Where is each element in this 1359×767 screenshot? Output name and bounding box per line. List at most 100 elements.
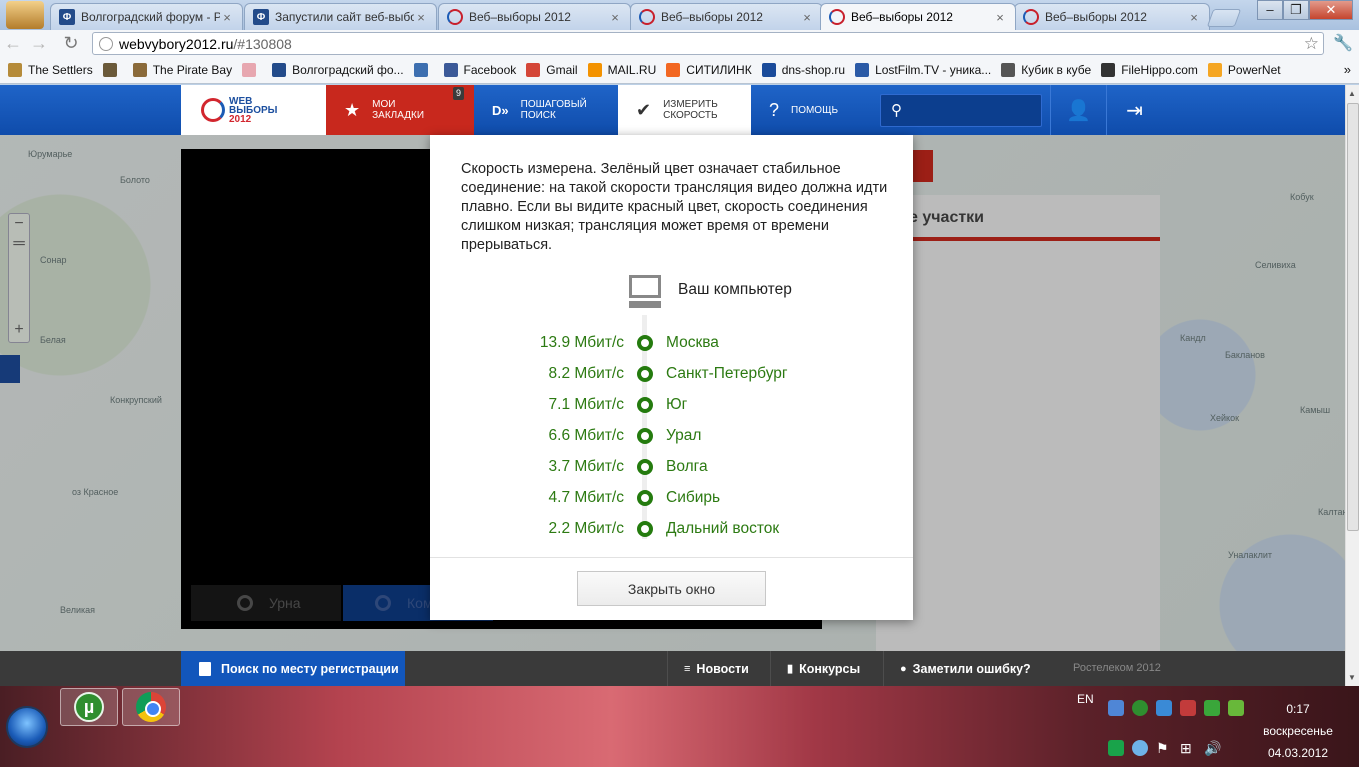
bookmark-item[interactable]: Кубик в кубе bbox=[1001, 63, 1091, 77]
minimize-icon[interactable]: – bbox=[1257, 0, 1283, 20]
tab-title: Веб–выборы 2012 bbox=[661, 10, 763, 24]
nav-measure-speed[interactable]: ✔ Измерить скорость bbox=[618, 85, 751, 135]
bookmark-item[interactable]: PowerNet bbox=[1207, 63, 1281, 77]
window-close-icon[interactable]: ✕ bbox=[1309, 0, 1353, 20]
utorrent-tray-icon[interactable] bbox=[1132, 700, 1148, 716]
tab-close-icon[interactable]: × bbox=[800, 10, 814, 25]
browser-tab[interactable]: Веб–выборы 2012 × bbox=[820, 3, 1016, 30]
logo-text: WEB ВЫБОРЫ 2012 bbox=[229, 96, 277, 125]
volume-icon[interactable]: 🔊 bbox=[1204, 740, 1221, 756]
tool-tray-icon[interactable] bbox=[1180, 700, 1196, 716]
bookmark-label: Волгоградский фо... bbox=[292, 63, 404, 77]
computer-label: Ваш компьютер bbox=[678, 281, 792, 298]
start-button[interactable] bbox=[6, 706, 48, 748]
region-name: Санкт-Петербург bbox=[666, 365, 788, 382]
chrome-taskbar-button[interactable] bbox=[122, 688, 180, 726]
messenger-tray-icon[interactable] bbox=[1156, 700, 1172, 716]
site-search-input[interactable]: ⚲ bbox=[880, 94, 1042, 127]
user-icon[interactable]: 👤 bbox=[1050, 85, 1106, 135]
logout-icon[interactable]: ⇥ bbox=[1106, 85, 1162, 135]
language-indicator[interactable]: EN bbox=[1077, 692, 1094, 706]
wrench-icon[interactable]: 🔧 bbox=[1333, 33, 1353, 53]
window-controls: – ❐ ✕ bbox=[1257, 0, 1353, 20]
browser-tab[interactable]: Ф Волгоградский форум - Р × bbox=[50, 3, 243, 30]
bookmark-item[interactable] bbox=[102, 63, 123, 77]
bookmark-item[interactable] bbox=[242, 63, 262, 77]
search-icon: ⚲ bbox=[891, 102, 902, 119]
browser-tab[interactable]: Веб–выборы 2012 × bbox=[1014, 3, 1210, 30]
back-arrow-icon[interactable]: ← bbox=[0, 32, 26, 56]
url-host: webvybory2012.ru bbox=[119, 35, 234, 52]
nav-step-search[interactable]: D» Пошаговый поиск bbox=[474, 85, 618, 135]
nav-bookmarks-label-1: Мои bbox=[372, 99, 396, 110]
restore-icon[interactable]: ❐ bbox=[1283, 0, 1309, 20]
nav-bookmarks-label-2: закладки bbox=[372, 110, 425, 121]
scroll-down-arrow-icon[interactable]: ▼ bbox=[1348, 673, 1356, 682]
bookmark-label: FileHippo.com bbox=[1121, 63, 1198, 77]
bookmark-favicon-icon bbox=[132, 63, 147, 77]
bookmark-item[interactable]: СИТИЛИНК bbox=[666, 63, 752, 77]
utorrent-taskbar-button[interactable]: µ bbox=[60, 688, 118, 726]
browser-tab[interactable]: Веб–выборы 2012 × bbox=[630, 3, 823, 30]
reload-icon[interactable]: ↻ bbox=[58, 32, 84, 56]
tab-close-icon[interactable]: × bbox=[608, 10, 622, 25]
tab-close-icon[interactable]: × bbox=[220, 10, 234, 25]
bookmark-label: PowerNet bbox=[1227, 63, 1281, 77]
bookmarks-count-badge: 9 bbox=[452, 87, 464, 100]
nav-help-label: Помощь bbox=[791, 104, 839, 116]
browser-tab[interactable]: Ф Запустили сайт веб-выбор × bbox=[244, 3, 437, 30]
tab-close-icon[interactable]: × bbox=[993, 10, 1007, 25]
region-name: Сибирь bbox=[666, 489, 721, 506]
footer-news-link[interactable]: ≡ Новости bbox=[667, 651, 769, 686]
shield-tray-icon[interactable] bbox=[1204, 700, 1220, 716]
browser-tab[interactable]: Веб–выборы 2012 × bbox=[438, 3, 631, 30]
address-bar[interactable]: webvybory2012.ru /#130808 ☆ bbox=[92, 32, 1324, 55]
footer-report-error-link[interactable]: ● Заметили ошибку? bbox=[883, 651, 1053, 686]
nav-my-bookmarks[interactable]: ★ Мои закладки 9 bbox=[326, 85, 474, 135]
flag-tray-icon[interactable]: ⚑ bbox=[1156, 740, 1172, 756]
bookmark-item[interactable]: Gmail bbox=[526, 63, 578, 77]
network-connection-icon[interactable]: ⊞ bbox=[1180, 740, 1196, 756]
bookmark-item[interactable]: LostFilm.TV - уника... bbox=[855, 63, 991, 77]
bookmark-item[interactable]: Волгоградский фо... bbox=[272, 63, 404, 77]
site-logo[interactable]: WEB ВЫБОРЫ 2012 bbox=[181, 85, 326, 135]
scroll-up-arrow-icon[interactable]: ▲ bbox=[1348, 89, 1356, 98]
page-scrollbar[interactable]: ▲ ▼ bbox=[1345, 85, 1359, 686]
status-dot-icon bbox=[637, 490, 653, 506]
bookmark-item[interactable]: Facebook bbox=[443, 63, 516, 77]
register-search-button[interactable]: Поиск по месту регистрации bbox=[181, 651, 405, 686]
bookmark-star-icon[interactable]: ☆ bbox=[1304, 34, 1319, 54]
bookmark-item[interactable]: The Pirate Bay bbox=[132, 63, 232, 77]
region-name: Урал bbox=[666, 427, 702, 444]
speech-bubble-icon: ● bbox=[900, 662, 907, 675]
webvybory-icon bbox=[447, 9, 463, 25]
footer-contests-link[interactable]: ▮ Конкурсы bbox=[770, 651, 882, 686]
bookmark-item[interactable]: The Settlers bbox=[8, 63, 93, 77]
bookmark-item[interactable] bbox=[413, 63, 434, 77]
profile-avatar[interactable] bbox=[6, 1, 44, 29]
bookmark-item[interactable]: FileHippo.com bbox=[1101, 63, 1198, 77]
scrollbar-thumb[interactable] bbox=[1347, 103, 1359, 531]
new-tab-button[interactable] bbox=[1206, 9, 1242, 27]
tab-close-icon[interactable]: × bbox=[1187, 10, 1201, 25]
bookmark-favicon-icon bbox=[443, 63, 458, 77]
bookmarks-overflow-icon[interactable]: » bbox=[1344, 62, 1351, 77]
usb-tray-icon[interactable] bbox=[1228, 700, 1244, 716]
bookmark-favicon-icon bbox=[855, 63, 870, 77]
nav-help[interactable]: ? Помощь bbox=[751, 85, 871, 135]
forum-icon: Ф bbox=[59, 9, 75, 25]
close-dialog-button[interactable]: Закрыть окно bbox=[577, 571, 766, 606]
system-clock[interactable]: 0:17 воскресенье 04.03.2012 bbox=[1258, 698, 1338, 764]
copyright-text: Ростелеком 2012 bbox=[1073, 662, 1161, 674]
logo-line-year: 2012 bbox=[229, 113, 252, 125]
globe-tray-icon[interactable] bbox=[1132, 740, 1148, 756]
bookmark-favicon-icon bbox=[242, 63, 257, 77]
webvybory-icon bbox=[639, 9, 655, 25]
tab-close-icon[interactable]: × bbox=[414, 10, 428, 25]
bookmark-item[interactable]: dns-shop.ru bbox=[761, 63, 845, 77]
forward-arrow-icon[interactable]: → bbox=[26, 32, 52, 56]
region-name: Волга bbox=[666, 458, 708, 475]
bookmark-item[interactable]: MAIL.RU bbox=[587, 63, 656, 77]
green-square-tray-icon[interactable] bbox=[1108, 740, 1124, 756]
network-tray-icon[interactable] bbox=[1108, 700, 1124, 716]
